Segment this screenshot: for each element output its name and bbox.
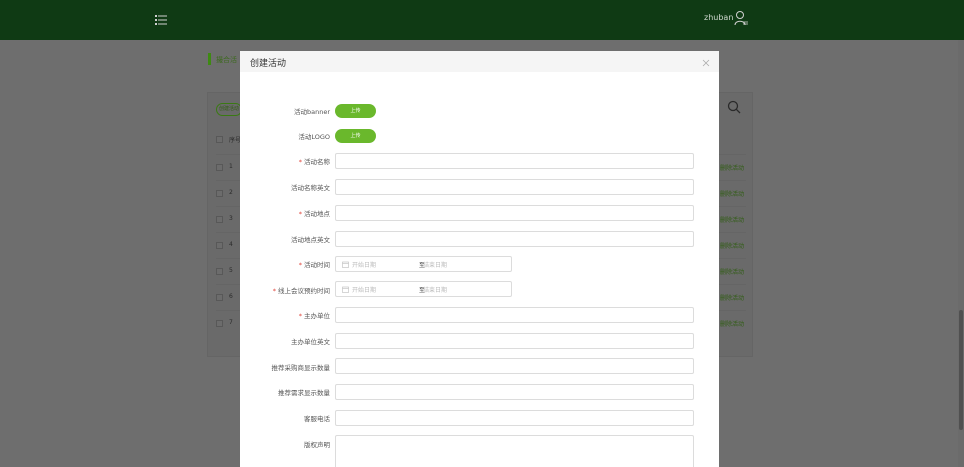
banner-label: 活动banner bbox=[293, 108, 330, 116]
row-number: 3 bbox=[229, 215, 233, 222]
search-icon[interactable] bbox=[727, 100, 741, 114]
end-date-placeholder[interactable]: 结束日期 bbox=[423, 260, 447, 269]
demand-count-input[interactable] bbox=[335, 384, 694, 400]
row-checkbox[interactable] bbox=[216, 320, 223, 327]
location-label-text: 活动地点 bbox=[304, 210, 330, 218]
row-checkbox[interactable] bbox=[216, 268, 223, 275]
required-mark: * bbox=[298, 158, 302, 166]
required-mark: * bbox=[298, 210, 302, 218]
banner-upload-button[interactable]: 上传 bbox=[335, 104, 376, 118]
row-number: 7 bbox=[229, 319, 233, 326]
required-mark: * bbox=[298, 261, 302, 269]
row-number: 4 bbox=[229, 241, 233, 248]
modal-title: 创建活动 bbox=[250, 59, 287, 69]
demand-count-label: 推荐需求显示数量 bbox=[278, 389, 330, 397]
row-checkbox[interactable] bbox=[216, 216, 223, 223]
row-checkbox[interactable] bbox=[216, 164, 223, 171]
name-en-label: 活动名称英文 bbox=[291, 184, 330, 192]
name-label-text: 活动名称 bbox=[304, 158, 330, 166]
activity-location-input[interactable] bbox=[335, 205, 694, 221]
start-date-placeholder[interactable]: 开始日期 bbox=[352, 285, 376, 294]
page-scrollbar[interactable] bbox=[958, 40, 964, 467]
top-navbar: zhuban bbox=[0, 0, 964, 40]
delete-activity-link[interactable]: 删除活动 bbox=[720, 215, 744, 224]
service-phone-input[interactable] bbox=[335, 410, 694, 426]
row-number: 5 bbox=[229, 267, 233, 274]
delete-activity-link[interactable]: 删除活动 bbox=[720, 267, 744, 276]
required-mark: * bbox=[272, 287, 276, 295]
meeting-time-label-text: 线上会议预约时间 bbox=[278, 287, 330, 295]
meeting-time-range-picker[interactable]: 开始日期 至 结束日期 bbox=[335, 281, 512, 297]
activity-time-range-picker[interactable]: 开始日期 至 结束日期 bbox=[335, 256, 512, 272]
modal-header: 创建活动 bbox=[240, 51, 719, 72]
row-number: 2 bbox=[229, 189, 233, 196]
end-date-placeholder[interactable]: 结束日期 bbox=[423, 285, 447, 294]
name-label: * 活动名称 bbox=[299, 156, 330, 166]
close-icon[interactable] bbox=[702, 59, 710, 67]
row-checkbox[interactable] bbox=[216, 242, 223, 249]
row-checkbox[interactable] bbox=[216, 190, 223, 197]
row-number: 1 bbox=[229, 163, 233, 170]
create-activity-modal: 创建活动 活动banner 上传 活动LOGO 上传 * 活动名称 活动名称英文 … bbox=[240, 51, 719, 467]
menu-list-icon[interactable] bbox=[155, 14, 167, 26]
delete-activity-link[interactable]: 删除活动 bbox=[720, 189, 744, 198]
service-phone-label: 客服电话 bbox=[304, 415, 330, 423]
start-date-placeholder[interactable]: 开始日期 bbox=[352, 260, 376, 269]
delete-activity-link[interactable]: 删除活动 bbox=[720, 319, 744, 328]
location-en-label: 活动地点英文 bbox=[291, 236, 330, 244]
logo-upload-button[interactable]: 上传 bbox=[335, 129, 376, 143]
calendar-icon bbox=[342, 261, 349, 268]
select-all-checkbox[interactable] bbox=[216, 136, 223, 143]
delete-activity-link[interactable]: 删除活动 bbox=[720, 293, 744, 302]
required-mark: * bbox=[298, 312, 302, 320]
delete-activity-link[interactable]: 删除活动 bbox=[720, 241, 744, 250]
copyright-textarea[interactable] bbox=[335, 435, 694, 467]
buyer-count-input[interactable] bbox=[335, 358, 694, 374]
activity-location-en-input[interactable] bbox=[335, 231, 694, 247]
scrollbar-thumb[interactable] bbox=[959, 310, 963, 430]
breadcrumb: 撮合活 bbox=[216, 56, 237, 64]
time-label-text: 活动时间 bbox=[304, 261, 330, 269]
activity-name-input[interactable] bbox=[335, 153, 694, 169]
user-settings-icon[interactable] bbox=[734, 10, 748, 26]
create-activity-button[interactable]: 创建活动 bbox=[216, 103, 242, 116]
row-number: 6 bbox=[229, 293, 233, 300]
username-label[interactable]: zhuban bbox=[704, 13, 733, 22]
breadcrumb-marker bbox=[208, 53, 211, 65]
delete-activity-link[interactable]: 删除活动 bbox=[720, 163, 744, 172]
logo-label: 活动LOGO bbox=[298, 133, 330, 141]
row-checkbox[interactable] bbox=[216, 294, 223, 301]
organizer-label: * 主办单位 bbox=[299, 310, 330, 320]
time-label: * 活动时间 bbox=[299, 259, 330, 269]
calendar-icon bbox=[342, 286, 349, 293]
organizer-label-text: 主办单位 bbox=[304, 312, 330, 320]
location-label: * 活动地点 bbox=[299, 208, 330, 218]
organizer-en-label: 主办单位英文 bbox=[291, 338, 330, 346]
copyright-label: 版权声明 bbox=[304, 441, 330, 449]
activity-name-en-input[interactable] bbox=[335, 179, 694, 195]
meeting-time-label: * 线上会议预约时间 bbox=[273, 285, 330, 295]
buyer-count-label: 推荐采购商显示数量 bbox=[271, 364, 331, 372]
organizer-en-input[interactable] bbox=[335, 333, 694, 349]
organizer-input[interactable] bbox=[335, 307, 694, 323]
